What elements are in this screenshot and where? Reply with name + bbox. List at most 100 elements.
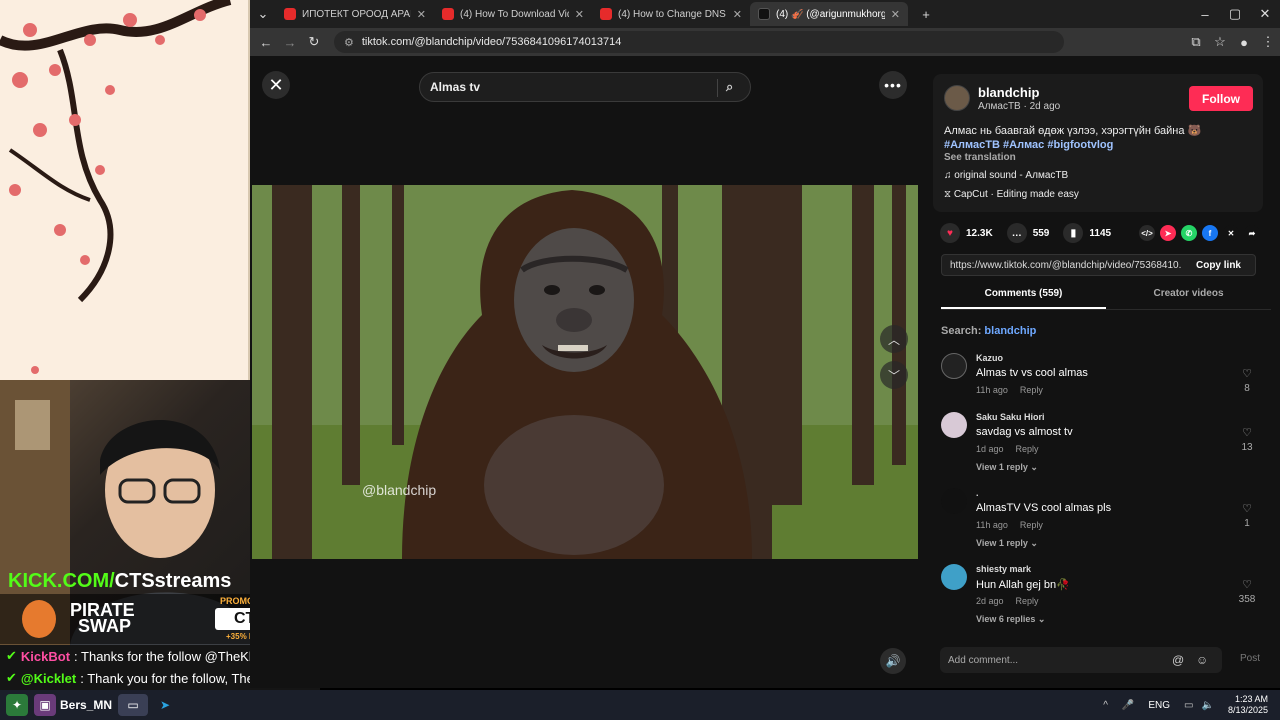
profile-icon[interactable]: ● (1232, 35, 1256, 50)
speaker-icon[interactable]: 🔈 (1202, 700, 1214, 711)
tray-chevron-icon[interactable]: ^ (1103, 700, 1108, 711)
browser-tab[interactable]: (4) How to Change DNS Server ✕ (592, 2, 750, 26)
commenter-name[interactable]: Saku Saku Hiori (976, 412, 1045, 422)
browser-tab[interactable]: (4) How To Download Videos fr ✕ (434, 2, 592, 26)
taskbar-window-icon[interactable]: ▭ (118, 694, 149, 716)
reply-button[interactable]: Reply (1016, 596, 1039, 606)
reply-button[interactable]: Reply (1020, 385, 1043, 395)
search-input[interactable]: Almas tv ⌕ (419, 72, 751, 102)
comment-like-icon[interactable]: ♡ (1237, 578, 1257, 591)
site-info-icon[interactable]: ⚙ (344, 36, 354, 49)
comment-like-icon[interactable]: ♡ (1237, 367, 1257, 380)
taskbar-user-label[interactable]: Bers_MN (60, 698, 112, 712)
bookmark-icon: ▮ (1063, 223, 1084, 243)
language-indicator[interactable]: ENG (1148, 700, 1170, 711)
url-field[interactable]: ⚙ tiktok.com/@blandchip/video/7536841096… (334, 31, 1064, 53)
related-search-term[interactable]: blandchip (984, 325, 1036, 337)
telegram-icon[interactable]: ➤ (154, 694, 176, 716)
save-button[interactable]: ▮ 1145 (1063, 223, 1111, 243)
hashtag-link[interactable]: #АлмасТВ (944, 139, 1000, 151)
author-username[interactable]: blandchip (978, 85, 1039, 100)
hashtag-link[interactable]: #Алмас (1003, 139, 1044, 151)
commenter-name[interactable]: Kazuo (976, 353, 1003, 363)
commenter-name[interactable]: shiesty mark (976, 564, 1031, 574)
minimize-icon[interactable]: – (1190, 7, 1220, 22)
reply-button[interactable]: Reply (1016, 444, 1039, 454)
browser-tab-active[interactable]: (4) 🎻 (@arigunmukhorgil) ✕ (750, 2, 908, 26)
taskbar: ✦ ▣ Bers_MN ▭ ➤ ^ 🎤 ENG ▭ 🔈 1:23 AM 8/13… (0, 690, 1280, 720)
commenter-avatar[interactable] (941, 564, 967, 590)
next-video-button[interactable]: ﹀ (880, 361, 908, 389)
menu-icon[interactable]: ⋮ (1256, 34, 1280, 50)
new-tab-icon[interactable]: + (914, 7, 938, 22)
promo-brand: PIRATE SWAP (70, 600, 135, 636)
whatsapp-icon[interactable]: ✆ (1181, 225, 1197, 241)
chat-username: KickBot (20, 648, 71, 664)
mention-icon[interactable]: @ (1172, 653, 1184, 667)
forward-icon[interactable]: → (278, 35, 302, 50)
facebook-icon[interactable]: f (1202, 225, 1218, 241)
add-comment-input[interactable]: Add comment... @ ☺ (940, 647, 1222, 673)
extensions-icon[interactable]: ⧉ (1184, 34, 1208, 50)
commenter-avatar[interactable] (941, 488, 967, 514)
more-options-button[interactable]: ••• (879, 71, 907, 99)
see-translation-link[interactable]: See translation (944, 152, 1016, 163)
commenter-avatar[interactable] (941, 353, 967, 379)
comment-button[interactable]: … 559 (1006, 223, 1049, 243)
comment-text: savdag vs almost tv (976, 426, 1073, 438)
author-avatar[interactable] (944, 85, 970, 111)
emoji-icon[interactable]: ☺ (1196, 653, 1208, 667)
chat-username: @Kicklet (20, 670, 77, 686)
search-query: Almas tv (430, 80, 481, 94)
widgets-icon[interactable]: ✦ (6, 694, 28, 716)
close-tab-icon[interactable]: ✕ (733, 8, 742, 21)
browser-tab[interactable]: ИПОТЕКТ ОРООД АРАЙ ГЭЖ ✕ (276, 2, 434, 26)
view-replies-button[interactable]: View 6 replies ⌄ (976, 614, 1045, 625)
view-replies-button[interactable]: View 1 reply ⌄ (976, 462, 1038, 473)
volume-icon[interactable]: 🔊 (880, 648, 906, 674)
search-icon[interactable]: ⌕ (726, 79, 733, 95)
sound-link[interactable]: ♫ original sound - АлмасТВ (944, 170, 1068, 181)
tab-creator-videos[interactable]: Creator videos (1106, 288, 1271, 309)
share-link-text[interactable]: https://www.tiktok.com/@blandchip/video/… (950, 260, 1182, 271)
commenter-avatar[interactable] (941, 412, 967, 438)
close-window-icon[interactable]: ✕ (1250, 6, 1280, 22)
comment-item: Saku Saku Hiori savdag vs almost tv 1d a… (941, 412, 1261, 478)
reload-icon[interactable]: ↻ (302, 34, 326, 50)
capcut-link[interactable]: ⧖ CapCut · Editing made easy (944, 189, 1079, 200)
comment-like-count: 13 (1241, 442, 1253, 453)
related-search[interactable]: Search: blandchip (941, 325, 1036, 337)
x-share-icon[interactable]: ✕ (1223, 225, 1239, 241)
hashtag-link[interactable]: #bigfootvlog (1047, 139, 1113, 151)
close-tab-icon[interactable]: ✕ (575, 8, 584, 21)
like-button[interactable]: ♥ 12.3K (940, 223, 993, 243)
tab-search-icon[interactable]: ⌄ (250, 6, 276, 22)
network-icon[interactable]: ▭ (1184, 700, 1193, 711)
bookmark-star-icon[interactable]: ☆ (1208, 34, 1232, 50)
close-tab-icon[interactable]: ✕ (417, 8, 426, 21)
close-video-button[interactable]: ✕ (262, 71, 290, 99)
clock[interactable]: 1:23 AM 8/13/2025 (1228, 694, 1268, 716)
comment-like-icon[interactable]: ♡ (1237, 502, 1257, 515)
cherry-blossom-art (0, 0, 250, 380)
comment-like-icon[interactable]: ♡ (1237, 426, 1257, 439)
share-arrow-icon[interactable]: ➦ (1244, 225, 1260, 241)
maximize-icon[interactable]: ▢ (1220, 6, 1250, 22)
embed-icon[interactable]: </> (1139, 225, 1155, 241)
video-player[interactable] (252, 185, 918, 559)
view-replies-button[interactable]: View 1 reply ⌄ (976, 538, 1038, 549)
copy-link-button[interactable]: Copy link (1182, 260, 1255, 271)
capcut-icon: ⧖ (944, 189, 952, 200)
post-button[interactable]: Post (1240, 653, 1260, 664)
app-icon[interactable]: ▣ (34, 694, 56, 716)
reply-button[interactable]: Reply (1020, 520, 1043, 530)
close-tab-icon[interactable]: ✕ (891, 8, 900, 21)
microphone-icon[interactable]: 🎤 (1122, 700, 1134, 711)
commenter-name[interactable]: . (976, 488, 979, 498)
send-icon[interactable]: ➤ (1160, 225, 1176, 241)
share-link-box: https://www.tiktok.com/@blandchip/video/… (941, 254, 1256, 276)
follow-button[interactable]: Follow (1189, 86, 1253, 111)
previous-video-button[interactable]: ︿ (880, 325, 908, 353)
back-icon[interactable]: ← (254, 35, 278, 50)
tab-comments[interactable]: Comments (559) (941, 288, 1106, 309)
